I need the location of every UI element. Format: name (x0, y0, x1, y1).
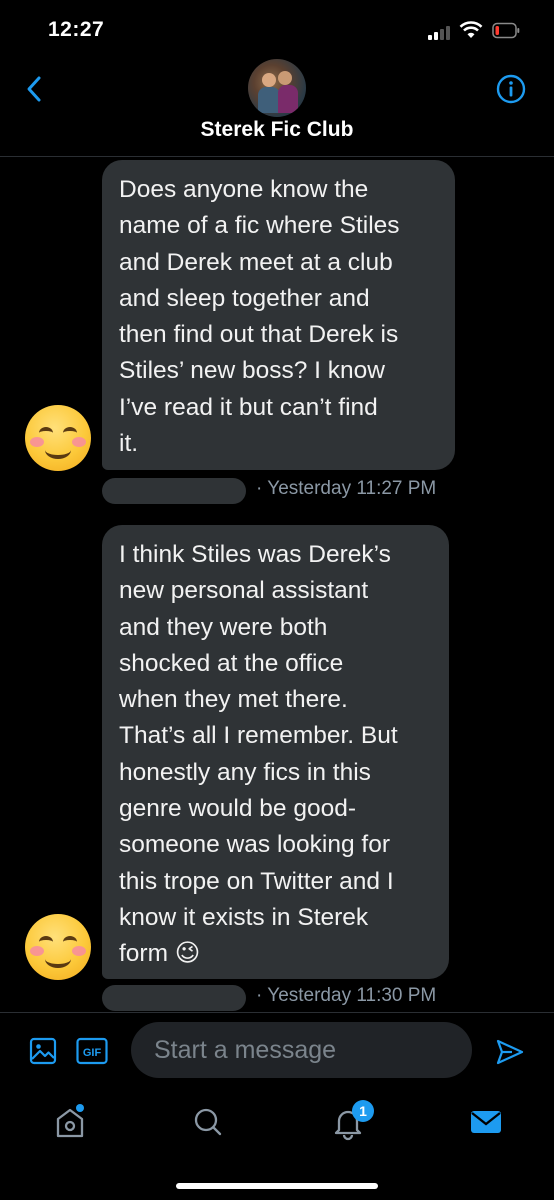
compose-bar: GIF (0, 1012, 554, 1089)
conversation-title[interactable]: Sterek Fic Club (0, 118, 554, 142)
redacted-sender-name (102, 985, 246, 1011)
status-bar: 12:27 (0, 0, 554, 62)
group-avatar[interactable] (248, 59, 306, 117)
redacted-sender-name (102, 478, 246, 504)
cellular-signal-icon (428, 24, 454, 40)
conversation-header: Sterek Fic Club (0, 56, 554, 157)
search-icon[interactable] (188, 1102, 228, 1142)
home-unread-dot (76, 1104, 84, 1112)
wifi-icon (459, 21, 483, 38)
message-bubble[interactable]: I think Stiles was Derek’s new personal … (102, 525, 449, 979)
message-input[interactable] (131, 1022, 472, 1078)
back-chevron-icon[interactable] (22, 74, 46, 104)
gif-icon[interactable]: GIF (76, 1037, 108, 1065)
messages-mail-icon[interactable] (466, 1102, 506, 1142)
info-icon[interactable] (496, 74, 526, 104)
image-icon[interactable] (29, 1037, 57, 1065)
home-icon[interactable] (50, 1102, 90, 1142)
message-timestamp: · Yesterday 11:27 PM (256, 478, 437, 499)
smiling-emoji-avatar[interactable] (25, 914, 91, 980)
battery-low-icon (492, 22, 520, 39)
notifications-badge: 1 (352, 1100, 374, 1122)
status-time: 12:27 (48, 18, 105, 41)
home-indicator[interactable] (176, 1183, 378, 1189)
smiling-emoji-avatar[interactable] (25, 405, 91, 471)
send-icon[interactable] (495, 1038, 525, 1066)
message-bubble[interactable]: Does anyone know the name of a fic where… (102, 160, 455, 470)
gif-label: GIF (83, 1047, 102, 1059)
message-timestamp: · Yesterday 11:30 PM (256, 985, 437, 1006)
